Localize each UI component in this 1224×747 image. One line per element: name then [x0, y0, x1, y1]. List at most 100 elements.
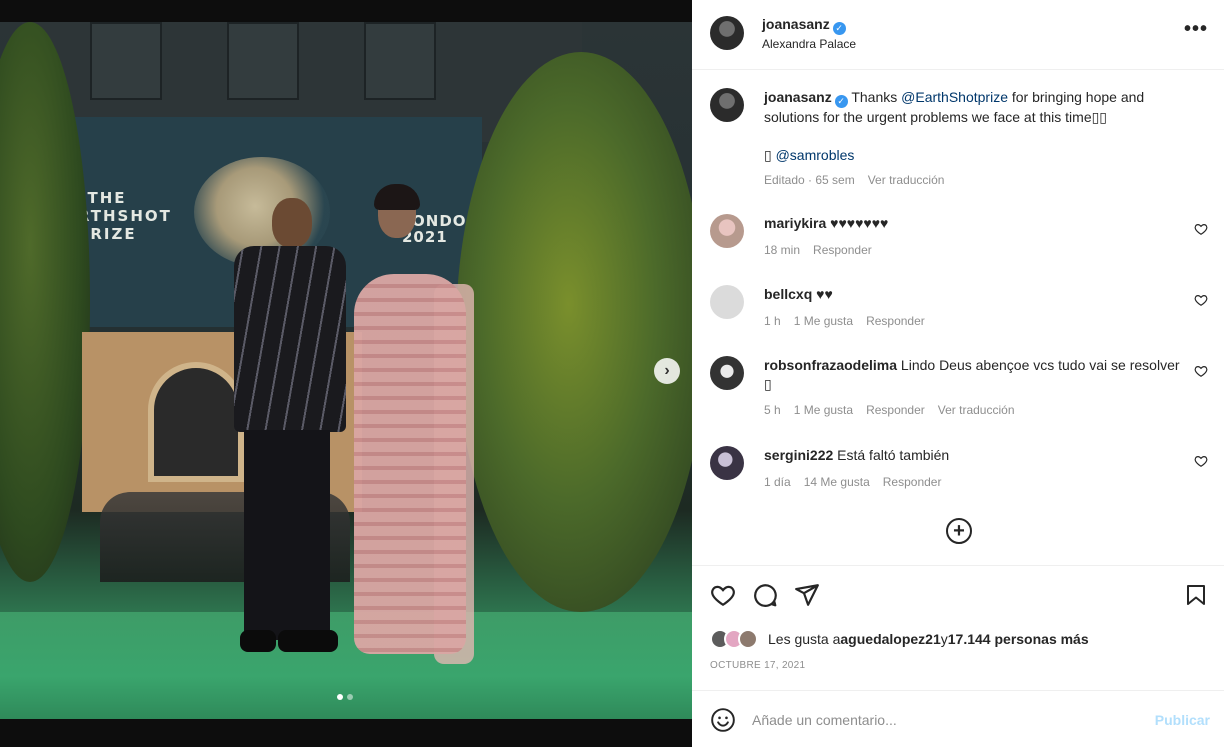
tree-right — [456, 52, 692, 612]
load-more-comments-icon[interactable]: + — [946, 518, 972, 544]
save-bookmark-icon[interactable] — [1184, 582, 1208, 608]
comment-meta: 1 día 14 Me gusta Responder — [764, 475, 941, 489]
author-avatar[interactable] — [710, 16, 744, 50]
man-shoe — [278, 630, 338, 652]
comment-item: sergini222 Está faltó también 1 día 14 M… — [692, 446, 1224, 502]
comment-item: mariykira ♥♥♥♥♥♥♥ 18 min Responder — [692, 214, 1224, 270]
post-date: OCTUBRE 17, 2021 — [710, 660, 806, 671]
caption-meta: Editado · 65 sem Ver traducción — [764, 173, 944, 187]
commenter-avatar-default[interactable] — [710, 285, 744, 319]
comment-text: sergini222 Está faltó también — [764, 446, 1184, 465]
comment-like-heart-icon[interactable] — [1194, 454, 1208, 468]
comment-meta: 5 h 1 Me gusta Responder Ver traducción — [764, 403, 1015, 417]
post-location[interactable]: Alexandra Palace — [762, 37, 856, 51]
see-translation-link[interactable]: Ver traducción — [938, 403, 1015, 417]
likes-count[interactable]: 17.144 personas más — [948, 631, 1089, 647]
comment-composer: Añade un comentario... Publicar — [692, 690, 1224, 747]
likes-summary[interactable]: Les gusta a aguedalopez21 y 17.144 perso… — [710, 628, 1089, 650]
facade-panel — [227, 22, 299, 100]
liker-avatar — [738, 629, 758, 649]
comment-text: bellcxq ♥♥ — [764, 285, 1184, 304]
comment-input[interactable]: Añade un comentario... — [752, 712, 897, 728]
post-actions: Les gusta a aguedalopez21 y 17.144 perso… — [692, 565, 1224, 690]
man-trousers — [244, 430, 330, 640]
comment-time: 18 min — [764, 243, 801, 257]
comment-item: robsonfrazaodelima Lindo Deus abençoe vc… — [692, 356, 1224, 428]
post-image[interactable]: THE EARTHSHOT PRIZE LONDON 2021 — [0, 22, 692, 719]
author-username[interactable]: joanasanz — [762, 16, 830, 32]
reply-button[interactable]: Responder — [866, 403, 925, 417]
credit-mention-link[interactable]: @samrobles — [776, 147, 855, 163]
liker-avatars — [710, 628, 764, 650]
reply-button[interactable]: Responder — [813, 243, 872, 257]
verified-badge-icon: ✓ — [832, 22, 846, 35]
reply-button[interactable]: Responder — [883, 475, 942, 489]
comment-likes[interactable]: 1 Me gusta — [794, 403, 853, 417]
verified-badge-icon: ✓ — [834, 95, 848, 108]
caption-text: joanasanz ✓ Thanks @EarthShotprize for br… — [764, 88, 1184, 165]
caption: joanasanz ✓ Thanks @EarthShotprize for br… — [692, 88, 1224, 198]
comment-likes[interactable]: 1 Me gusta — [794, 314, 853, 328]
action-icons — [710, 582, 820, 608]
liker-username[interactable]: aguedalopez21 — [840, 631, 940, 647]
facade-panel — [364, 22, 436, 100]
comment-meta: 18 min Responder — [764, 243, 872, 257]
comment-username[interactable]: sergini222 — [764, 447, 833, 463]
comment-like-heart-icon[interactable] — [1194, 222, 1208, 236]
man-in-suit — [228, 190, 346, 652]
see-translation-link[interactable]: Ver traducción — [868, 173, 945, 187]
reply-button[interactable]: Responder — [866, 314, 925, 328]
man-head — [272, 198, 312, 248]
caption-username[interactable]: joanasanz — [764, 89, 832, 105]
author-line: joanasanz ✓ — [762, 16, 846, 35]
credit-line: ▯ @samrobles — [764, 146, 1184, 165]
likes-middle: y — [940, 631, 948, 647]
comment-body: ♥♥♥♥♥♥♥ — [826, 215, 889, 231]
mention-link[interactable]: @EarthShotprize — [901, 89, 1008, 105]
more-options-icon[interactable]: ••• — [1184, 18, 1208, 41]
comment-time: 1 día — [764, 475, 791, 489]
post-details-pane: joanasanz ✓ Alexandra Palace ••• joanasan… — [692, 0, 1224, 747]
comment-bubble-icon[interactable] — [752, 582, 778, 608]
commenter-avatar[interactable] — [710, 356, 744, 390]
comment-meta: 1 h 1 Me gusta Responder — [764, 314, 925, 328]
comment-time: 5 h — [764, 403, 781, 417]
comment-body: Está faltó también — [833, 447, 950, 463]
facade-panel — [90, 22, 162, 100]
instagram-post-view: THE EARTHSHOT PRIZE LONDON 2021 › joanas… — [0, 0, 1224, 747]
like-heart-icon[interactable] — [710, 582, 736, 608]
post-header: joanasanz ✓ Alexandra Palace ••• — [692, 0, 1224, 70]
comment-like-heart-icon[interactable] — [1194, 293, 1208, 307]
comment-like-heart-icon[interactable] — [1194, 364, 1208, 378]
carousel-dots — [337, 694, 353, 700]
man-jacket — [234, 246, 346, 432]
credit-prefix: ▯ — [764, 147, 776, 163]
comment-text: robsonfrazaodelima Lindo Deus abençoe vc… — [764, 356, 1184, 394]
commenter-avatar[interactable] — [710, 214, 744, 248]
comment-body: ♥♥ — [812, 286, 833, 302]
woman-hair — [374, 184, 420, 210]
edited-time: Editado · 65 sem — [764, 173, 855, 187]
share-paper-plane-icon[interactable] — [794, 582, 820, 608]
commenter-avatar[interactable] — [710, 446, 744, 480]
comment-username[interactable]: robsonfrazaodelima — [764, 357, 897, 373]
comments-section: joanasanz ✓ Thanks @EarthShotprize for br… — [692, 70, 1224, 565]
comment-item: bellcxq ♥♥ 1 h 1 Me gusta Responder — [692, 285, 1224, 341]
carousel-dot — [347, 694, 353, 700]
comment-username[interactable]: mariykira — [764, 215, 826, 231]
caption-body: Thanks — [851, 89, 902, 105]
comment-time: 1 h — [764, 314, 781, 328]
man-shoe — [240, 630, 276, 652]
next-image-button[interactable]: › — [654, 358, 680, 384]
post-photo-panel: THE EARTHSHOT PRIZE LONDON 2021 › — [0, 0, 692, 747]
likes-prefix: Les gusta a — [768, 631, 841, 647]
comment-username[interactable]: bellcxq — [764, 286, 812, 302]
woman-in-pink-gown — [338, 184, 478, 664]
comment-text: mariykira ♥♥♥♥♥♥♥ — [764, 214, 1184, 233]
emoji-smiley-icon[interactable] — [710, 707, 736, 733]
post-comment-button[interactable]: Publicar — [1155, 712, 1210, 728]
carousel-dot-active — [337, 694, 343, 700]
pink-gown — [354, 274, 466, 654]
caption-avatar[interactable] — [710, 88, 744, 122]
comment-likes[interactable]: 14 Me gusta — [804, 475, 870, 489]
